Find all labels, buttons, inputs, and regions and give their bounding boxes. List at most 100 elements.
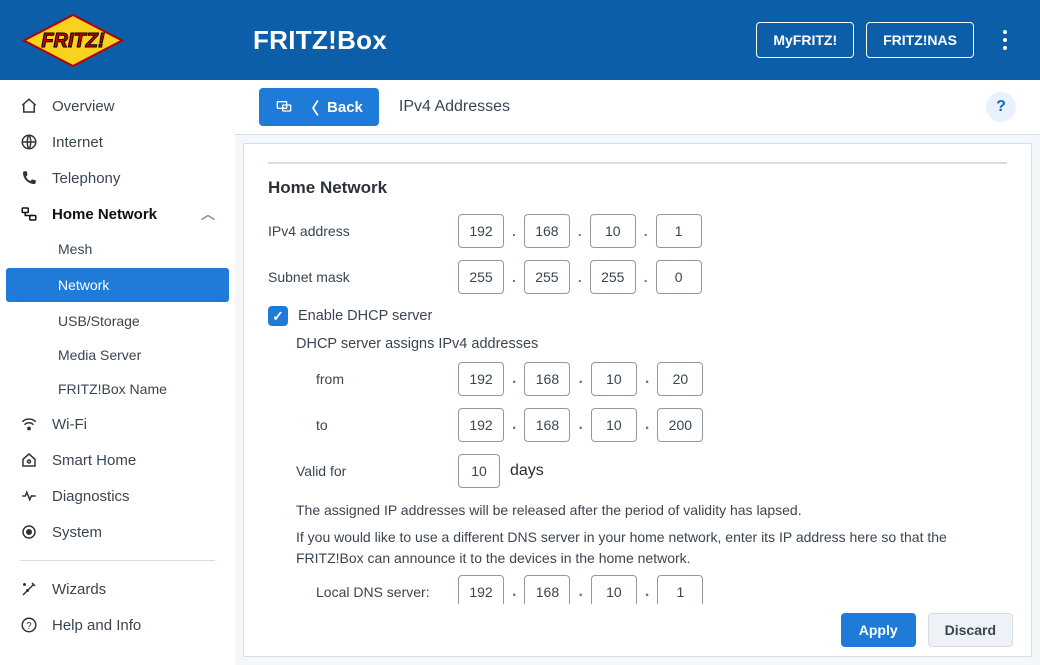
label-dhcp-assigns: DHCP server assigns IPv4 addresses xyxy=(296,336,1007,352)
sidebar-item-label: Wi-Fi xyxy=(52,416,215,433)
back-button[interactable]: 〈 Back xyxy=(259,88,379,126)
page-topbar: 〈 Back IPv4 Addresses ? xyxy=(235,80,1040,135)
sidebar-item-label: Internet xyxy=(52,134,215,151)
card-scroll[interactable]: Home Network IPv4 address . . . Subnet m… xyxy=(244,144,1031,604)
sidebar-item-system[interactable]: System xyxy=(0,514,235,550)
row-valid-for: Valid for days xyxy=(296,454,1007,488)
discard-button[interactable]: Discard xyxy=(928,613,1013,647)
sidebar-item-label: Diagnostics xyxy=(52,488,215,505)
sidebar-sub-network[interactable]: Network xyxy=(6,268,229,302)
sidebar-item-help[interactable]: ? Help and Info xyxy=(0,607,235,643)
label-valid: Valid for xyxy=(296,463,458,479)
logo-area: FRITZ! xyxy=(18,13,253,68)
sidebar-item-smart-home[interactable]: Smart Home xyxy=(0,442,235,478)
fritz-logo: FRITZ! xyxy=(18,13,128,68)
ipv4-octet-3[interactable] xyxy=(590,214,636,248)
globe-icon xyxy=(20,133,46,151)
subnet-octet-3[interactable] xyxy=(590,260,636,294)
valid-days-input[interactable] xyxy=(458,454,500,488)
dns-octet-1[interactable] xyxy=(458,575,504,604)
subnet-octet-4[interactable] xyxy=(656,260,702,294)
screen-icon xyxy=(275,99,293,115)
chevron-left-icon: 〈 xyxy=(303,95,319,119)
to-octet-1[interactable] xyxy=(458,408,504,442)
note-release: The assigned IP addresses will be releas… xyxy=(296,500,1007,521)
header-bar: FRITZ! FRITZ!Box MyFRITZ! FRITZ!NAS xyxy=(0,0,1040,80)
sidebar: Overview Internet Telephony Home Network… xyxy=(0,80,235,665)
action-bar: Apply Discard xyxy=(244,604,1031,656)
divider xyxy=(268,162,1007,164)
dhcp-checkbox[interactable]: ✓ xyxy=(268,306,288,326)
label-days: days xyxy=(510,462,544,480)
phone-icon xyxy=(20,169,46,187)
sidebar-item-label: Home Network xyxy=(52,206,201,223)
back-label: Back xyxy=(327,99,363,116)
help-button[interactable]: ? xyxy=(986,92,1016,122)
kebab-menu-icon[interactable] xyxy=(988,30,1022,50)
ipv4-octet-2[interactable] xyxy=(524,214,570,248)
settings-card: Home Network IPv4 address . . . Subnet m… xyxy=(243,143,1032,657)
subnet-octet-2[interactable] xyxy=(524,260,570,294)
fritznas-button[interactable]: FRITZ!NAS xyxy=(866,22,974,58)
svg-text:?: ? xyxy=(26,621,32,632)
sidebar-item-overview[interactable]: Overview xyxy=(0,88,235,124)
sidebar-item-diagnostics[interactable]: Diagnostics xyxy=(0,478,235,514)
dns-octet-3[interactable] xyxy=(591,575,637,604)
dns-octet-2[interactable] xyxy=(524,575,570,604)
sidebar-item-label: Help and Info xyxy=(52,617,215,634)
main-area: 〈 Back IPv4 Addresses ? Home Network IPv… xyxy=(235,80,1040,665)
sidebar-item-internet[interactable]: Internet xyxy=(0,124,235,160)
sidebar-item-label: System xyxy=(52,524,215,541)
wand-icon xyxy=(20,580,46,598)
sidebar-item-label: Telephony xyxy=(52,170,215,187)
sidebar-sub-mesh[interactable]: Mesh xyxy=(6,232,229,266)
label-dns: Local DNS server: xyxy=(316,584,458,600)
row-enable-dhcp: ✓ Enable DHCP server xyxy=(268,306,1007,326)
label-from: from xyxy=(316,371,458,387)
sidebar-sub-media[interactable]: Media Server xyxy=(6,338,229,372)
ipv4-octet-1[interactable] xyxy=(458,214,504,248)
sidebar-sub-name[interactable]: FRITZ!Box Name xyxy=(6,372,229,406)
row-local-dns: Local DNS server: . . . xyxy=(316,575,1007,604)
page-title: IPv4 Addresses xyxy=(399,98,510,116)
label-ipv4: IPv4 address xyxy=(268,223,458,239)
from-octet-2[interactable] xyxy=(524,362,570,396)
from-octet-1[interactable] xyxy=(458,362,504,396)
heartbeat-icon xyxy=(20,487,46,505)
sidebar-item-label: Wizards xyxy=(52,581,215,598)
label-to: to xyxy=(316,417,458,433)
sidebar-item-label: Overview xyxy=(52,98,215,115)
home-icon xyxy=(20,97,46,115)
from-octet-3[interactable] xyxy=(591,362,637,396)
dns-octet-4[interactable] xyxy=(657,575,703,604)
to-octet-2[interactable] xyxy=(524,408,570,442)
section-title: Home Network xyxy=(268,178,1007,198)
smart-home-icon xyxy=(20,451,46,469)
from-octet-4[interactable] xyxy=(657,362,703,396)
gear-icon xyxy=(20,523,46,541)
row-ipv4-address: IPv4 address . . . xyxy=(268,214,1007,248)
to-octet-3[interactable] xyxy=(591,408,637,442)
sidebar-item-label: Smart Home xyxy=(52,452,215,469)
ipv4-octet-4[interactable] xyxy=(656,214,702,248)
label-enable-dhcp: Enable DHCP server xyxy=(298,308,432,324)
myfritz-button[interactable]: MyFRITZ! xyxy=(756,22,854,58)
wifi-icon xyxy=(20,415,46,433)
apply-button[interactable]: Apply xyxy=(841,613,916,647)
product-title: FRITZ!Box xyxy=(253,25,387,56)
subnet-octet-1[interactable] xyxy=(458,260,504,294)
to-octet-4[interactable] xyxy=(657,408,703,442)
sidebar-item-wizards[interactable]: Wizards xyxy=(0,571,235,607)
sidebar-sub-usb[interactable]: USB/Storage xyxy=(6,304,229,338)
row-dhcp-from: from . . . xyxy=(316,362,1007,396)
sidebar-item-telephony[interactable]: Telephony xyxy=(0,160,235,196)
divider xyxy=(20,560,215,561)
network-icon xyxy=(20,205,46,223)
note-dns: If you would like to use a different DNS… xyxy=(296,527,1007,569)
svg-text:FRITZ!: FRITZ! xyxy=(41,30,105,52)
sidebar-item-home-network[interactable]: Home Network ︿ xyxy=(0,196,235,232)
sidebar-item-wifi[interactable]: Wi-Fi xyxy=(0,406,235,442)
chevron-up-icon: ︿ xyxy=(201,204,215,224)
label-subnet: Subnet mask xyxy=(268,269,458,285)
row-dhcp-to: to . . . xyxy=(316,408,1007,442)
